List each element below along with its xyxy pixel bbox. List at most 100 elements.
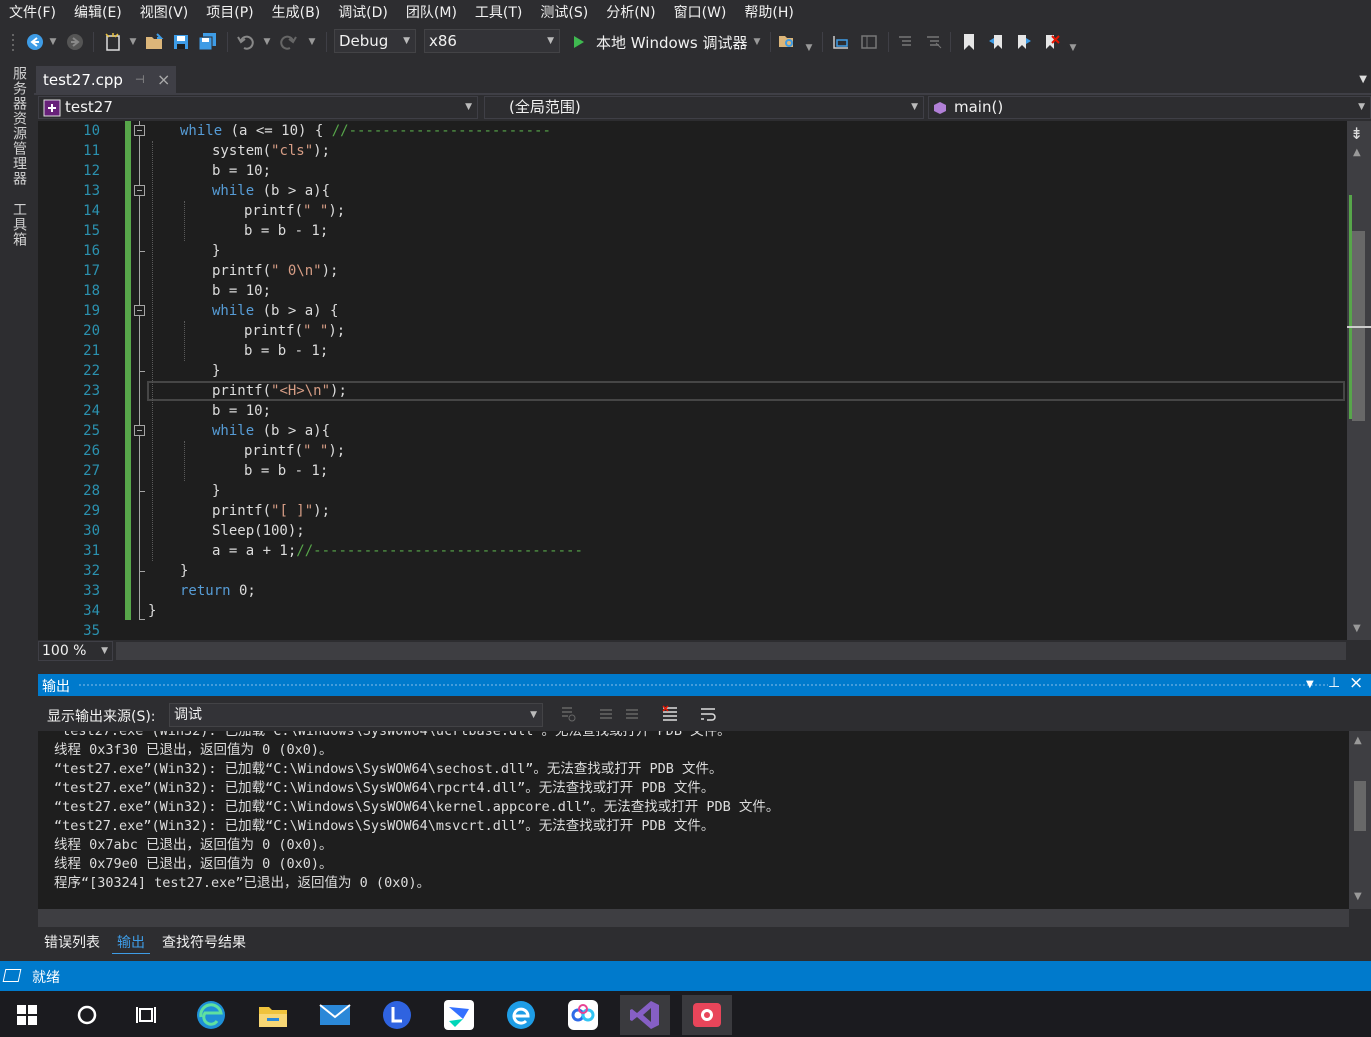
code-line[interactable]: printf(" ");	[147, 321, 345, 341]
output-horizontal-scrollbar[interactable]	[38, 909, 1349, 927]
comment-out-icon[interactable]	[894, 30, 916, 54]
new-dropdown-icon[interactable]: ▼	[128, 30, 138, 54]
previous-message-icon[interactable]	[596, 704, 618, 726]
redo-icon[interactable]	[278, 30, 300, 54]
tab-list-dropdown-icon[interactable]: ▼	[1359, 74, 1367, 85]
mail-icon[interactable]	[310, 995, 360, 1035]
server-explorer-tab[interactable]: 服务器资源管理器	[9, 66, 29, 186]
member-select[interactable]: main() ▼	[928, 96, 1371, 119]
pin-icon[interactable]: ⊥	[1328, 675, 1340, 691]
code-line[interactable]: printf("<H>\n");	[147, 381, 347, 401]
code-line[interactable]: printf(" ");	[147, 441, 345, 461]
tab-output[interactable]: 输出	[112, 932, 150, 954]
visual-studio-icon[interactable]	[620, 995, 670, 1035]
code-line[interactable]: a = a + 1;//----------------------------…	[147, 541, 583, 561]
collapse-block-icon[interactable]	[134, 125, 145, 136]
screen-recorder-icon[interactable]	[682, 995, 732, 1035]
code-line[interactable]: return 0;	[147, 581, 256, 601]
menu-window[interactable]: 窗口(W)	[667, 0, 734, 26]
collapse-block-icon[interactable]	[134, 425, 145, 436]
uncomment-icon[interactable]	[922, 30, 944, 54]
split-window-icon[interactable]: ⇟	[1350, 124, 1363, 143]
previous-bookmark-icon[interactable]	[986, 30, 1008, 54]
toolbar-overflow-icon[interactable]: ▼	[804, 36, 814, 60]
tab-test27-cpp[interactable]: test27.cpp ⊣ ×	[36, 66, 176, 94]
next-bookmark-icon[interactable]	[1012, 30, 1034, 54]
file-explorer-icon[interactable]	[248, 995, 298, 1035]
baidu-netdisk-icon[interactable]	[558, 995, 608, 1035]
code-line[interactable]: Sleep(100);	[147, 521, 305, 541]
back-icon[interactable]	[24, 30, 46, 54]
code-line[interactable]: printf(" ");	[147, 201, 345, 221]
tab-find-symbol-results[interactable]: 查找符号结果	[157, 932, 251, 954]
step-over-icon[interactable]	[858, 30, 880, 54]
scope-select[interactable]: (全局范围) ▼	[484, 96, 924, 119]
menu-edit[interactable]: 编辑(E)	[67, 0, 129, 26]
solution-platform-select[interactable]: x86 ▼	[424, 29, 560, 53]
next-message-icon[interactable]	[622, 704, 644, 726]
toggle-word-wrap-icon[interactable]	[698, 704, 720, 726]
menu-tools[interactable]: 工具(T)	[468, 0, 529, 26]
output-vertical-scrollbar[interactable]: ▲ ▼	[1349, 731, 1371, 909]
cortana-icon[interactable]	[62, 995, 112, 1035]
open-file-icon[interactable]	[144, 30, 166, 54]
code-line[interactable]: printf(" 0\n");	[147, 261, 338, 281]
save-all-icon[interactable]	[196, 30, 220, 54]
forward-icon[interactable]	[64, 30, 86, 54]
code-line[interactable]: b = 10;	[147, 281, 271, 301]
close-icon[interactable]: ×	[157, 70, 170, 89]
find-message-in-code-icon[interactable]	[558, 704, 580, 726]
code-line[interactable]: }	[147, 481, 220, 501]
edge-icon[interactable]	[186, 995, 236, 1035]
toolbar-overflow-icon[interactable]: ▼	[1068, 36, 1078, 60]
feishu-icon[interactable]	[434, 995, 484, 1035]
solution-configuration-select[interactable]: Debug ▼	[334, 29, 416, 53]
code-line[interactable]: printf("[ ]");	[147, 501, 330, 521]
menu-file[interactable]: 文件(F)	[2, 0, 63, 26]
browser-e-icon[interactable]	[496, 995, 546, 1035]
code-line[interactable]: while (b > a){	[147, 421, 330, 441]
windows-start-icon[interactable]	[2, 995, 52, 1035]
code-line[interactable]: while (b > a){	[147, 181, 330, 201]
clear-all-icon[interactable]	[660, 704, 682, 726]
code-line[interactable]: while (a <= 10) { //--------------------…	[147, 121, 551, 141]
output-text[interactable]: “test27.exe”(Win32): 已加载“C:\Windows\SysW…	[38, 731, 1349, 909]
collapse-block-icon[interactable]	[134, 305, 145, 316]
code-line[interactable]	[147, 621, 148, 640]
close-icon[interactable]: ×	[1349, 673, 1363, 693]
l-app-icon[interactable]	[372, 995, 422, 1035]
toolbox-tab[interactable]: 工具箱	[9, 202, 29, 247]
task-view-icon[interactable]	[122, 995, 172, 1035]
scroll-thumb[interactable]	[1354, 781, 1366, 831]
bookmark-icon[interactable]	[958, 30, 980, 54]
scroll-down-icon[interactable]: ▼	[1353, 623, 1361, 634]
code-line[interactable]: }	[147, 601, 156, 621]
pin-icon[interactable]: ⊣	[135, 73, 145, 86]
collapse-block-icon[interactable]	[134, 185, 145, 196]
code-line[interactable]: b = 10;	[147, 401, 271, 421]
scroll-up-icon[interactable]: ▲	[1353, 147, 1361, 158]
code-line[interactable]: while (b > a) {	[147, 301, 338, 321]
save-icon[interactable]	[170, 30, 192, 54]
menu-help[interactable]: 帮助(H)	[737, 0, 800, 26]
output-source-select[interactable]: 调试 ▼	[169, 703, 543, 727]
zoom-level-select[interactable]: 100 % ▼	[38, 641, 113, 661]
code-line[interactable]: }	[147, 241, 220, 261]
window-position-dropdown-icon[interactable]: ▼	[1306, 679, 1314, 690]
code-line[interactable]: }	[147, 361, 220, 381]
start-debugging-button[interactable]: 本地 Windows 调试器 ▼	[570, 30, 770, 54]
step-into-icon[interactable]	[830, 30, 852, 54]
menu-test[interactable]: 测试(S)	[533, 0, 595, 26]
code-line[interactable]: b = b - 1;	[147, 341, 328, 361]
clear-bookmarks-icon[interactable]	[1040, 30, 1062, 54]
back-dropdown-icon[interactable]: ▼	[48, 30, 58, 54]
menu-team[interactable]: 团队(M)	[399, 0, 464, 26]
editor-vertical-scrollbar[interactable]: ⇟ ▲ ▼	[1347, 121, 1371, 640]
code-line[interactable]: b = b - 1;	[147, 461, 328, 481]
undo-dropdown-icon[interactable]: ▼	[262, 30, 272, 54]
menu-view[interactable]: 视图(V)	[133, 0, 196, 26]
undo-icon[interactable]	[234, 30, 256, 54]
code-editor[interactable]: 10 11 12 13 14 15 16 17 18 19 20 21 22 23 24 25 26 27 28 29…	[38, 121, 1347, 640]
code-line[interactable]: b = 10;	[147, 161, 271, 181]
editor-horizontal-scrollbar[interactable]	[116, 642, 1346, 660]
